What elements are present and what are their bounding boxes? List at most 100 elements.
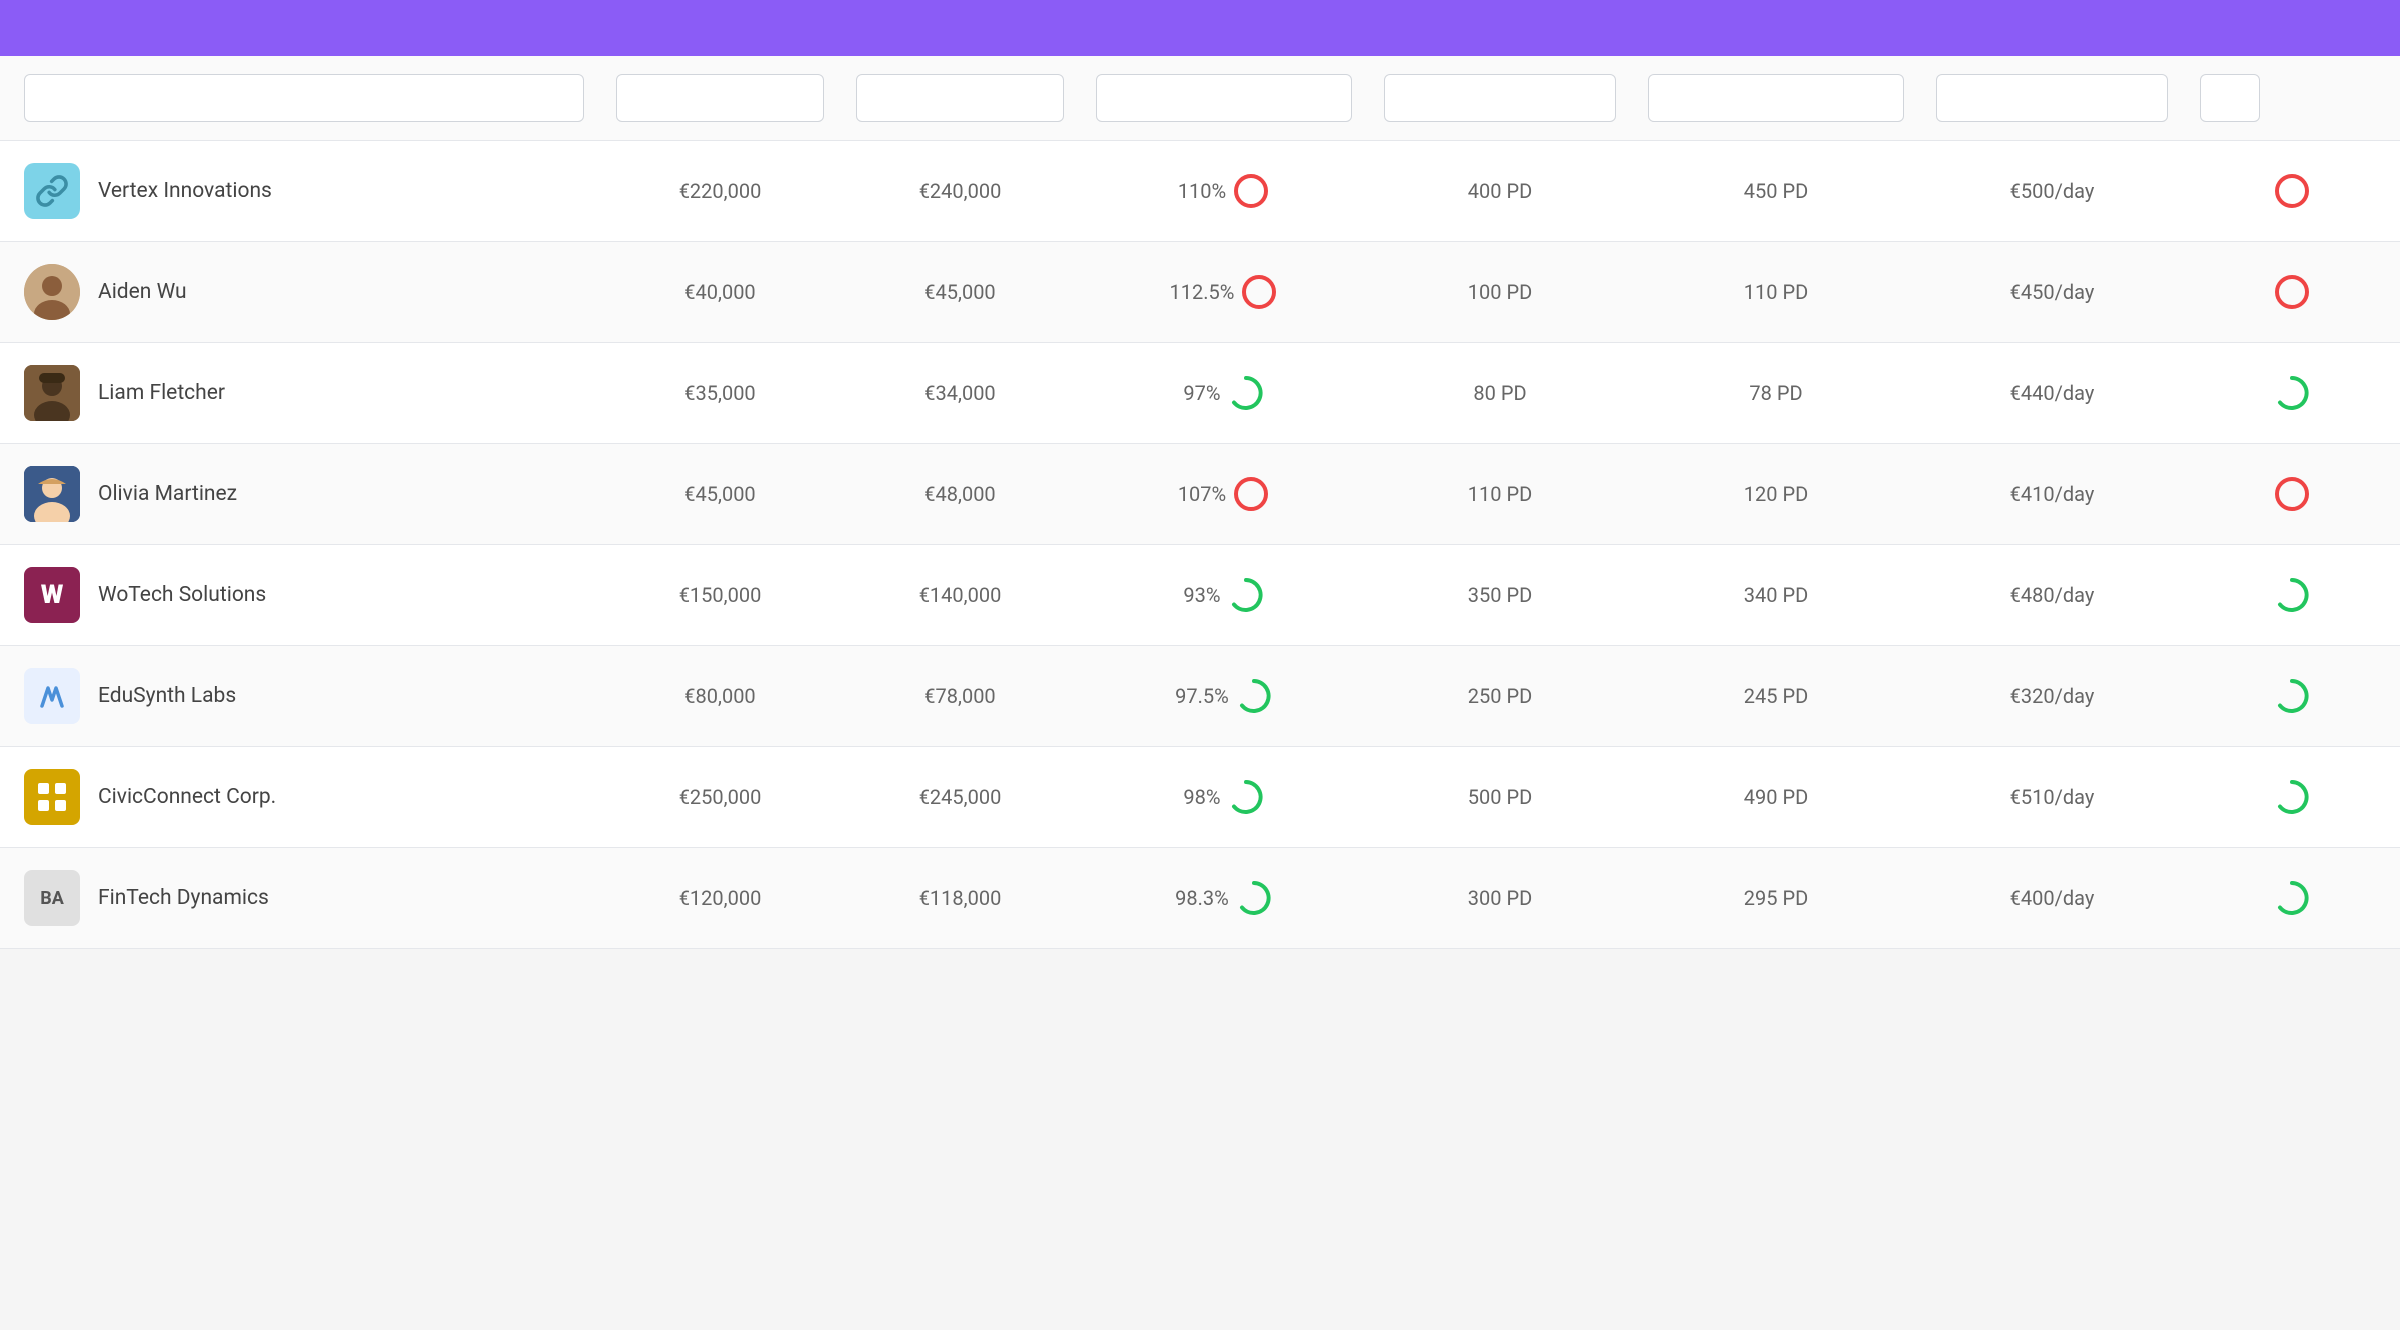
filter-plan-effort [1368, 56, 1632, 141]
plan-effort-edusynth: 250 PD [1368, 646, 1632, 747]
participant-name-wotech: WoTech Solutions [98, 583, 266, 607]
participant-cell-liam: Liam Fletcher [0, 343, 600, 444]
actual-effort-fintech: 295 PD [1632, 848, 1920, 949]
consumption-aiden: 112.5% [1080, 242, 1368, 343]
expense-liam: €34,000 [840, 343, 1080, 444]
filter-consumption-input[interactable] [1096, 74, 1352, 122]
budget-olivia: €45,000 [600, 444, 840, 545]
budget-wotech: €150,000 [600, 545, 840, 646]
plan-effort-aiden: 100 PD [1368, 242, 1632, 343]
table-row: CivicConnect Corp. €250,000 €245,000 98%… [0, 747, 2400, 848]
filter-consumption [1080, 56, 1368, 141]
col-header-rate [1920, 0, 2184, 56]
participant-cell-fintech: BA FinTech Dynamics [0, 848, 600, 949]
filter-rate [1920, 56, 2184, 141]
main-table-container: Vertex Innovations €220,000 €240,000 110… [0, 0, 2400, 949]
filter-actual-effort [1632, 56, 1920, 141]
consumption-civicconnect: 98% [1080, 747, 1368, 848]
filter-plan-effort-input[interactable] [1384, 74, 1616, 122]
filter-expense-input[interactable] [856, 74, 1064, 122]
col-header-actual-effort [1632, 0, 1920, 56]
filter-expense [840, 56, 1080, 141]
expense-aiden: €45,000 [840, 242, 1080, 343]
col-header-expense [840, 0, 1080, 56]
rate-vertex: €500/day [1920, 141, 2184, 242]
budget-vertex: €220,000 [600, 141, 840, 242]
consumption-fintech: 98.3% [1080, 848, 1368, 949]
filter-effort [2184, 56, 2400, 141]
participant-name-aiden: Aiden Wu [98, 280, 187, 304]
participant-name-vertex: Vertex Innovations [98, 179, 272, 203]
participant-cell-aiden: Aiden Wu [0, 242, 600, 343]
filter-budget-input[interactable] [616, 74, 824, 122]
actual-effort-vertex: 450 PD [1632, 141, 1920, 242]
table-row: Vertex Innovations €220,000 €240,000 110… [0, 141, 2400, 242]
rate-wotech: €480/day [1920, 545, 2184, 646]
actual-effort-edusynth: 245 PD [1632, 646, 1920, 747]
participant-name-liam: Liam Fletcher [98, 381, 225, 405]
participant-cell-edusynth: EduSynth Labs [0, 646, 600, 747]
effort-status-vertex [2184, 141, 2400, 242]
filter-actual-effort-input[interactable] [1648, 74, 1904, 122]
plan-effort-wotech: 350 PD [1368, 545, 1632, 646]
plan-effort-civicconnect: 500 PD [1368, 747, 1632, 848]
filter-effort-input[interactable] [2200, 74, 2260, 122]
participant-name-edusynth: EduSynth Labs [98, 684, 236, 708]
plan-effort-liam: 80 PD [1368, 343, 1632, 444]
budget-civicconnect: €250,000 [600, 747, 840, 848]
participant-cell-olivia: Olivia Martinez [0, 444, 600, 545]
plan-effort-vertex: 400 PD [1368, 141, 1632, 242]
col-header-consumption [1080, 0, 1368, 56]
expense-olivia: €48,000 [840, 444, 1080, 545]
participant-cell-wotech: W WoTech Solutions [0, 545, 600, 646]
budget-edusynth: €80,000 [600, 646, 840, 747]
expense-fintech: €118,000 [840, 848, 1080, 949]
rate-civicconnect: €510/day [1920, 747, 2184, 848]
budget-liam: €35,000 [600, 343, 840, 444]
effort-status-fintech [2184, 848, 2400, 949]
table-row: Olivia Martinez €45,000 €48,000 107% 110… [0, 444, 2400, 545]
filter-participant-input[interactable] [24, 74, 584, 122]
expense-civicconnect: €245,000 [840, 747, 1080, 848]
consumption-vertex: 110% [1080, 141, 1368, 242]
consumption-edusynth: 97.5% [1080, 646, 1368, 747]
project-participants-table: Vertex Innovations €220,000 €240,000 110… [0, 0, 2400, 949]
effort-status-liam [2184, 343, 2400, 444]
filter-row [0, 56, 2400, 141]
participant-cell-civicconnect: CivicConnect Corp. [0, 747, 600, 848]
actual-effort-wotech: 340 PD [1632, 545, 1920, 646]
filter-budget [600, 56, 840, 141]
plan-effort-fintech: 300 PD [1368, 848, 1632, 949]
actual-effort-aiden: 110 PD [1632, 242, 1920, 343]
expense-wotech: €140,000 [840, 545, 1080, 646]
consumption-liam: 97% [1080, 343, 1368, 444]
plan-effort-olivia: 110 PD [1368, 444, 1632, 545]
effort-status-wotech [2184, 545, 2400, 646]
participant-cell-vertex: Vertex Innovations [0, 141, 600, 242]
rate-liam: €440/day [1920, 343, 2184, 444]
col-header-effort [2184, 0, 2400, 56]
filter-rate-input[interactable] [1936, 74, 2168, 122]
effort-status-civicconnect [2184, 747, 2400, 848]
header-row [0, 0, 2400, 56]
consumption-wotech: 93% [1080, 545, 1368, 646]
budget-aiden: €40,000 [600, 242, 840, 343]
actual-effort-civicconnect: 490 PD [1632, 747, 1920, 848]
participant-name-olivia: Olivia Martinez [98, 482, 237, 506]
effort-status-aiden [2184, 242, 2400, 343]
expense-vertex: €240,000 [840, 141, 1080, 242]
table-row: Liam Fletcher €35,000 €34,000 97% 80 PD … [0, 343, 2400, 444]
col-header-participant [0, 0, 600, 56]
table-row: W WoTech Solutions €150,000 €140,000 93%… [0, 545, 2400, 646]
rate-olivia: €410/day [1920, 444, 2184, 545]
budget-fintech: €120,000 [600, 848, 840, 949]
col-header-budget [600, 0, 840, 56]
actual-effort-liam: 78 PD [1632, 343, 1920, 444]
effort-status-olivia [2184, 444, 2400, 545]
filter-participant [0, 56, 600, 141]
rate-fintech: €400/day [1920, 848, 2184, 949]
participant-name-civicconnect: CivicConnect Corp. [98, 785, 276, 809]
effort-status-edusynth [2184, 646, 2400, 747]
expense-edusynth: €78,000 [840, 646, 1080, 747]
table-row: EduSynth Labs €80,000 €78,000 97.5% 250 … [0, 646, 2400, 747]
